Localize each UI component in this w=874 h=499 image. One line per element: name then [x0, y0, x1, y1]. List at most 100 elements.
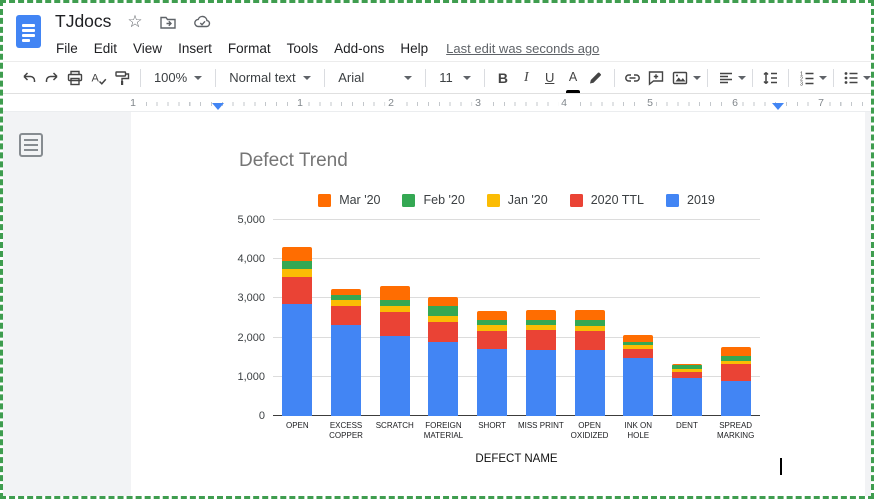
- font-size-select[interactable]: 11: [432, 66, 478, 90]
- menu-item-edit[interactable]: Edit: [86, 39, 125, 58]
- x-tick-label: MISS PRINT: [518, 421, 564, 431]
- ruler-number: 5: [644, 97, 656, 109]
- chevron-down-icon[interactable]: [693, 76, 701, 80]
- redo-button[interactable]: [40, 66, 63, 90]
- x-tick-label: FOREIGN MATERIAL: [420, 421, 466, 442]
- docs-logo-icon[interactable]: [16, 15, 41, 48]
- text-color-button[interactable]: A: [561, 66, 584, 90]
- legend-swatch: [487, 194, 500, 207]
- x-tick-label: OPEN: [274, 421, 320, 431]
- chevron-down-icon[interactable]: [738, 76, 746, 80]
- chevron-down-icon: [463, 76, 471, 80]
- header: TJdocs ☆ FileEditViewInsertFormatToolsAd…: [3, 3, 871, 62]
- document-outline-icon[interactable]: [19, 133, 43, 157]
- font-select[interactable]: Arial: [331, 66, 419, 90]
- chevron-down-icon: [404, 76, 412, 80]
- bar-segment-2019: [282, 304, 312, 416]
- zoom-select[interactable]: 100%: [147, 66, 209, 90]
- menu-item-add-ons[interactable]: Add-ons: [326, 39, 392, 58]
- bold-button[interactable]: B: [491, 66, 514, 90]
- left-indent-marker[interactable]: [212, 103, 224, 110]
- legend-swatch: [666, 194, 679, 207]
- document-title[interactable]: TJdocs: [55, 11, 111, 32]
- move-to-folder-icon[interactable]: [159, 13, 177, 31]
- x-tick-label: SPREAD MARKING: [713, 421, 759, 442]
- legend-label: 2020 TTL: [591, 193, 644, 207]
- ruler-number: 1: [294, 97, 306, 109]
- bar-segment-feb-20: [380, 300, 410, 307]
- italic-button[interactable]: I: [515, 66, 538, 90]
- bar-segment-2020-ttl: [282, 277, 312, 304]
- chart-legend: Mar '20Feb '20Jan '202020 TTL2019: [273, 193, 760, 207]
- right-indent-marker[interactable]: [772, 103, 784, 110]
- insert-link-button[interactable]: [621, 66, 644, 90]
- svg-text:3: 3: [800, 81, 803, 87]
- y-tick-label: 3,000: [203, 292, 265, 304]
- bar-open: [282, 247, 312, 416]
- bar-segment-2019: [526, 350, 556, 416]
- chevron-down-icon: [303, 76, 311, 80]
- bar-segment-2019: [331, 325, 361, 416]
- bar-segment-2020-ttl: [331, 306, 361, 324]
- highlight-color-button[interactable]: [585, 66, 608, 90]
- legend-item-2020-ttl: 2020 TTL: [570, 193, 644, 207]
- bar-segment-feb-20: [575, 320, 605, 327]
- bar-segment-2020-ttl: [428, 322, 458, 342]
- bar-segment-feb-20: [428, 306, 458, 316]
- bar-excess-copper: [331, 289, 361, 416]
- legend-label: Feb '20: [423, 193, 464, 207]
- bar-dent: [672, 364, 702, 416]
- print-button[interactable]: [64, 66, 87, 90]
- undo-button[interactable]: [17, 66, 40, 90]
- line-spacing-button[interactable]: [759, 66, 782, 90]
- bar-segment-mar-20: [428, 297, 458, 306]
- star-icon[interactable]: ☆: [127, 13, 142, 30]
- legend-swatch: [402, 194, 415, 207]
- legend-item-2019: 2019: [666, 193, 715, 207]
- x-tick-label: INK ON HOLE: [615, 421, 661, 442]
- bar-segment-feb-20: [282, 261, 312, 269]
- bar-segment-2019: [428, 342, 458, 416]
- embedded-chart[interactable]: Defect Trend Mar '20Feb '20Jan '202020 T…: [131, 112, 865, 496]
- bar-segment-mar-20: [477, 311, 507, 320]
- menu-item-format[interactable]: Format: [220, 39, 279, 58]
- bar-segment-mar-20: [282, 247, 312, 261]
- legend-label: Mar '20: [339, 193, 380, 207]
- bar-segment-2020-ttl: [623, 349, 653, 358]
- chevron-down-icon[interactable]: [819, 76, 827, 80]
- cloud-status-icon[interactable]: [193, 13, 212, 31]
- gridline: [273, 219, 760, 220]
- legend-item-mar-20: Mar '20: [318, 193, 380, 207]
- x-tick-label: SCRATCH: [372, 421, 418, 431]
- document-canvas: Defect Trend Mar '20Feb '20Jan '202020 T…: [3, 112, 871, 496]
- x-tick-label: EXCESS COPPER: [323, 421, 369, 442]
- add-comment-button[interactable]: [645, 66, 668, 90]
- ruler: 11234567: [3, 95, 871, 112]
- bar-segment-2019: [575, 350, 605, 416]
- menu-item-insert[interactable]: Insert: [170, 39, 220, 58]
- last-edit-status[interactable]: Last edit was seconds ago: [446, 41, 599, 56]
- underline-button[interactable]: U: [538, 66, 561, 90]
- menu-item-view[interactable]: View: [125, 39, 170, 58]
- legend-swatch: [318, 194, 331, 207]
- menu-item-file[interactable]: File: [48, 39, 86, 58]
- menu-item-help[interactable]: Help: [392, 39, 436, 58]
- y-tick-label: 4,000: [203, 253, 265, 265]
- paint-format-button[interactable]: [111, 66, 134, 90]
- chevron-down-icon[interactable]: [863, 76, 871, 80]
- document-page[interactable]: Defect Trend Mar '20Feb '20Jan '202020 T…: [131, 112, 865, 496]
- bulleted-list-button[interactable]: [840, 66, 863, 90]
- align-button[interactable]: [714, 66, 737, 90]
- bar-open-oxidized: [575, 310, 605, 416]
- numbered-list-button[interactable]: 123: [795, 66, 818, 90]
- paragraph-style-select[interactable]: Normal text: [222, 66, 318, 90]
- spellcheck-button[interactable]: A: [87, 66, 110, 90]
- chart-title: Defect Trend: [239, 150, 348, 172]
- insert-image-button[interactable]: [668, 66, 691, 90]
- bar-scratch: [380, 286, 410, 417]
- menu-item-tools[interactable]: Tools: [279, 39, 327, 58]
- x-axis-title: DEFECT NAME: [273, 453, 760, 465]
- bar-segment-2020-ttl: [477, 331, 507, 350]
- bar-segment-2020-ttl: [575, 331, 605, 350]
- bar-segment-2019: [623, 358, 653, 416]
